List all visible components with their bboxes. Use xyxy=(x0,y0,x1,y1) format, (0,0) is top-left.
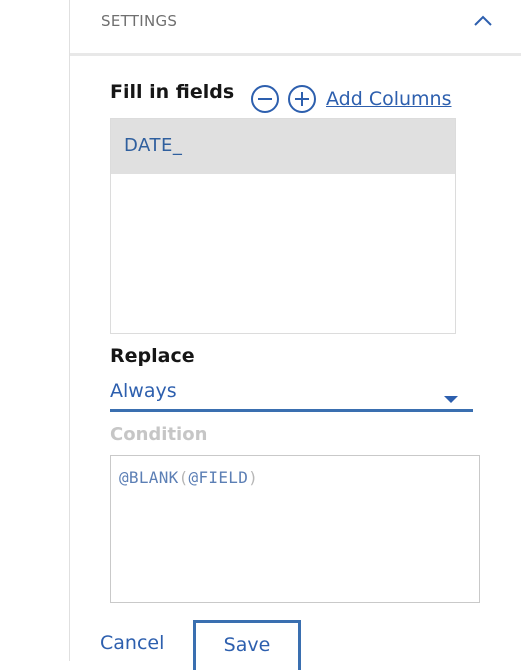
fill-in-fields-label: Fill in fields xyxy=(110,81,235,103)
settings-panel: SETTINGS Fill in fields Add Columns DATE… xyxy=(69,0,521,670)
settings-header[interactable]: SETTINGS xyxy=(70,0,521,56)
plus-circle-icon[interactable] xyxy=(287,84,317,114)
minus-circle-icon[interactable] xyxy=(250,84,280,114)
add-columns-link[interactable]: Add Columns xyxy=(326,88,452,110)
caret-down-icon xyxy=(444,396,458,403)
condition-function: @BLANK xyxy=(119,468,179,487)
save-button[interactable]: Save xyxy=(193,620,301,670)
condition-textarea[interactable]: @BLANK(@FIELD) xyxy=(110,455,480,603)
condition-label: Condition xyxy=(110,424,208,445)
fields-list: DATE_ xyxy=(110,118,456,334)
chevron-up-icon[interactable] xyxy=(472,10,494,32)
replace-label: Replace xyxy=(110,345,195,367)
cancel-button[interactable]: Cancel xyxy=(100,620,180,660)
replace-dropdown[interactable]: Always xyxy=(110,372,473,412)
condition-open-paren: ( xyxy=(178,468,189,487)
condition-argument: @FIELD xyxy=(188,468,249,487)
field-item-date[interactable]: DATE_ xyxy=(111,119,455,174)
replace-selected-value: Always xyxy=(110,380,177,402)
left-background xyxy=(0,0,69,661)
settings-title: SETTINGS xyxy=(101,12,178,30)
condition-close-paren: ) xyxy=(248,468,259,487)
